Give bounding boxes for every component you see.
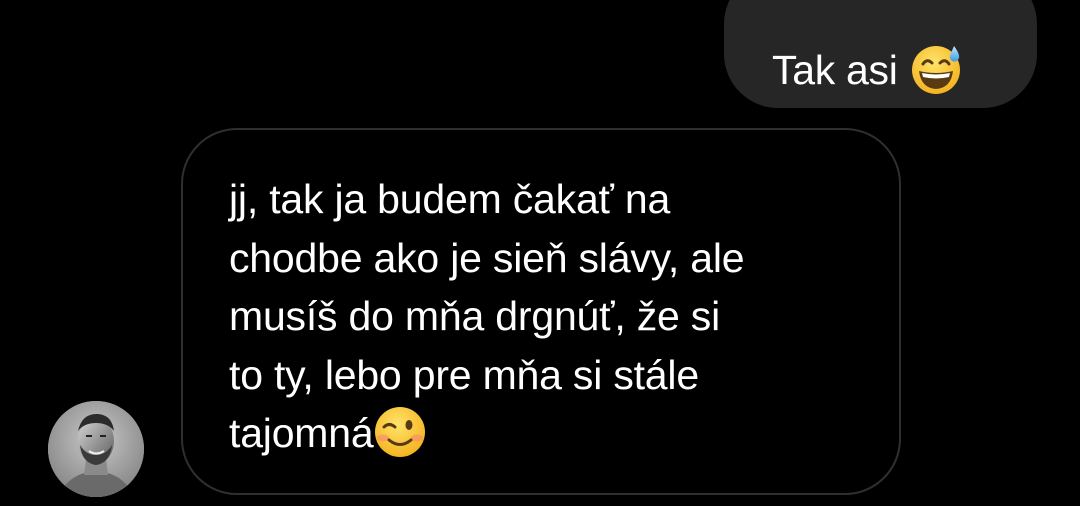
incoming-message-bubble[interactable]: jj, tak ja budem čakať na chodbe ako je … (181, 128, 901, 495)
winking-face-emoji (373, 405, 427, 459)
outgoing-message-label: Tak asi (772, 47, 898, 93)
outgoing-message-text: Tak asi (772, 46, 964, 96)
incoming-message-label: jj, tak ja budem čakať na chodbe ako je … (229, 176, 745, 456)
chat-thread: Tak asi jj, tak ja budem čakať na chodbe… (0, 0, 1080, 506)
contact-avatar[interactable] (48, 401, 144, 497)
outgoing-message-bubble[interactable]: Tak asi (724, 0, 1037, 108)
contact-photo (48, 401, 144, 497)
grinning-face-with-sweat-emoji (910, 42, 964, 96)
incoming-message-text: jj, tak ja budem čakať na chodbe ako je … (229, 170, 869, 463)
